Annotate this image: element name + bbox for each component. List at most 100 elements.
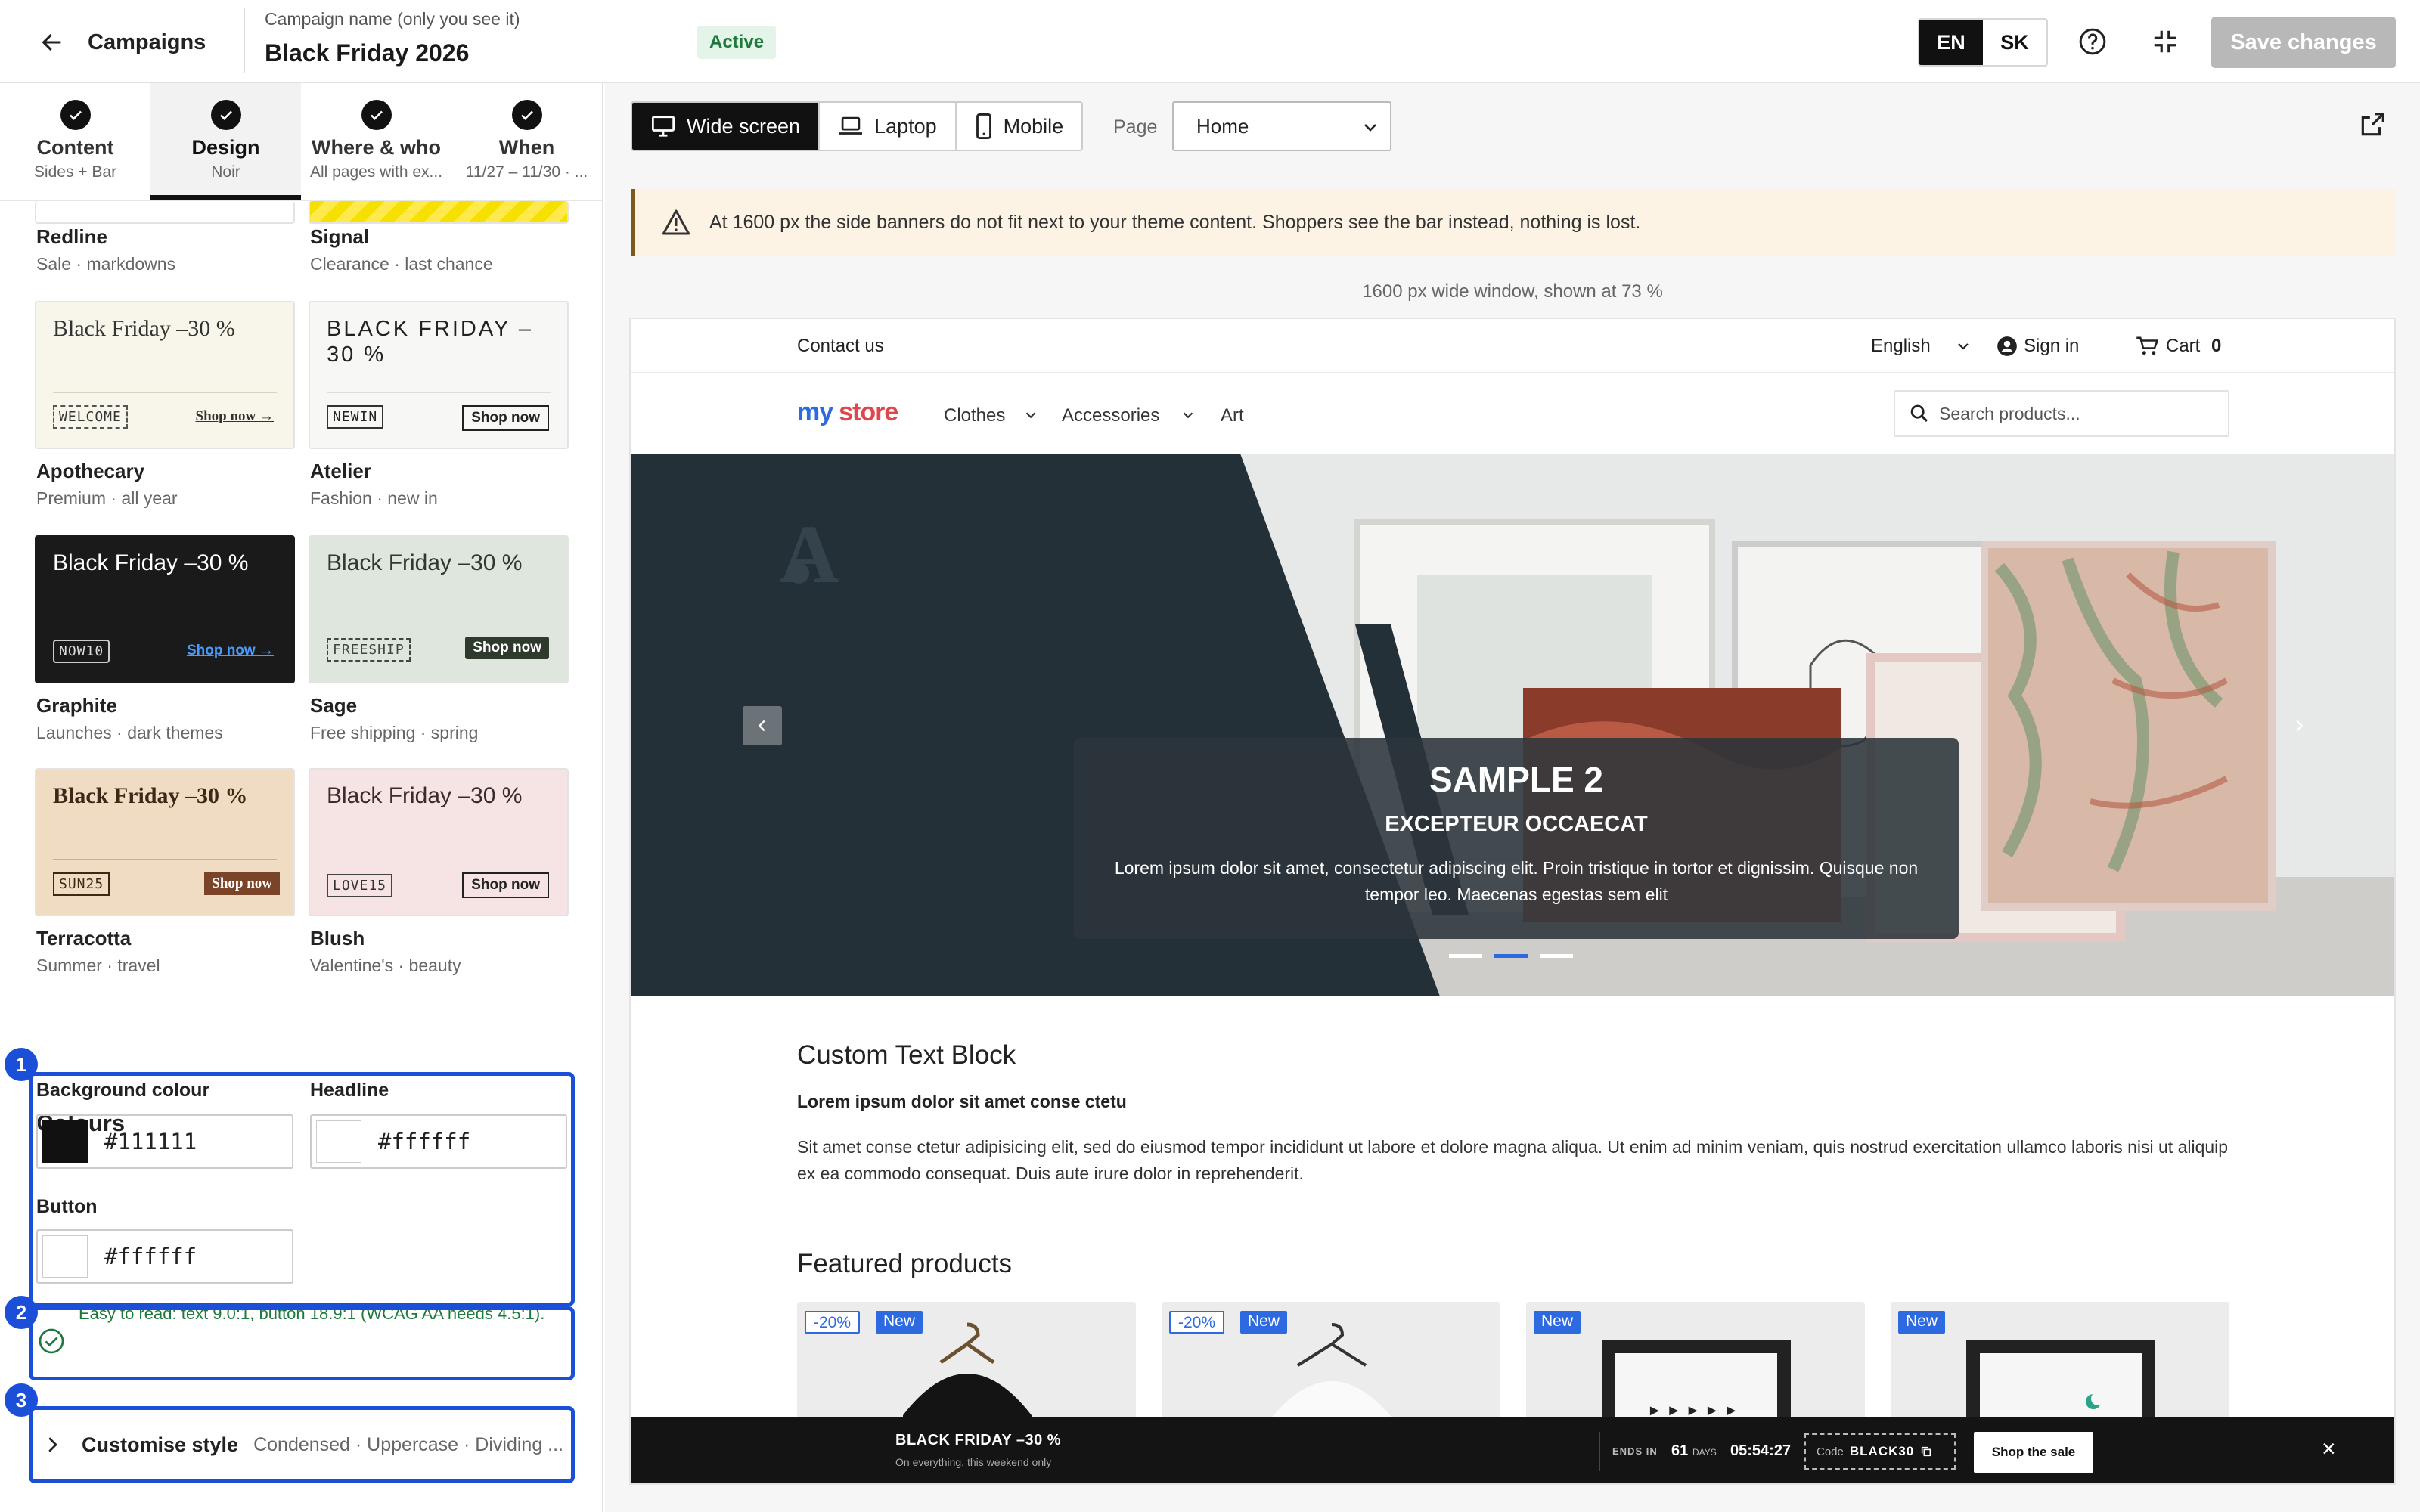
- featured-title: Featured products: [797, 1249, 1013, 1278]
- bar-code-box[interactable]: Code BLACK30: [1804, 1433, 1956, 1470]
- hero-prev-button[interactable]: [743, 706, 782, 745]
- theme-card-signal[interactable]: [309, 201, 569, 224]
- device-mobile-button[interactable]: Mobile: [957, 103, 1082, 150]
- theme-desc: Valentine's · beauty: [310, 956, 461, 975]
- tab-label: Where & who: [311, 136, 441, 159]
- new-badge: New: [1240, 1311, 1288, 1334]
- nav-art[interactable]: Art: [1221, 405, 1244, 426]
- nav-clothes[interactable]: Clothes: [944, 405, 1005, 426]
- background-colour-value[interactable]: #111111: [104, 1129, 197, 1154]
- bar-shop-button[interactable]: Shop the sale: [1974, 1432, 2093, 1473]
- new-badge: New: [1534, 1311, 1581, 1334]
- theme-preview-code: FREESHIP: [327, 638, 411, 662]
- tab-where-who[interactable]: Where & who All pages with ex...: [301, 83, 451, 200]
- editor-sidebar: Content Sides + Bar Design Noir Where & …: [0, 83, 603, 1512]
- slide-indicator-3[interactable]: [1540, 954, 1573, 958]
- bar-countdown: 05:54:27: [1730, 1442, 1792, 1459]
- button-colour-swatch[interactable]: [42, 1235, 88, 1278]
- bar-divider: [1599, 1432, 1600, 1471]
- background-colour-field[interactable]: #111111: [36, 1114, 293, 1169]
- tab-summary: Noir: [211, 163, 240, 181]
- contact-us-link[interactable]: Contact us: [797, 336, 884, 357]
- custom-block-bold: Lorem ipsum dolor sit amet conse ctetu: [797, 1092, 1127, 1111]
- theme-preview-shop: Shop now: [465, 637, 549, 659]
- theme-desc: Summer · travel: [36, 956, 160, 975]
- language-sk-button[interactable]: SK: [1983, 20, 2046, 65]
- back-label: Campaigns: [88, 29, 206, 54]
- back-to-campaigns-link[interactable]: Campaigns: [39, 20, 206, 65]
- theme-preview-code: NOW10: [53, 640, 110, 663]
- theme-card-atelier[interactable]: BLACK FRIDAY –30 % NEWIN Shop now: [309, 301, 569, 449]
- tab-design[interactable]: Design Noir: [150, 83, 301, 200]
- tab-when[interactable]: When 11/27 – 11/30 · ...: [451, 83, 602, 200]
- tab-label: When: [498, 136, 555, 159]
- bar-subtitle: On everything, this weekend only: [895, 1456, 1052, 1468]
- device-label: Laptop: [874, 114, 937, 138]
- theme-card-redline[interactable]: [35, 201, 295, 224]
- theme-name: Sage: [310, 694, 358, 717]
- tab-label: Content: [36, 136, 114, 159]
- store-language-select[interactable]: English: [1871, 336, 1931, 357]
- theme-preview-code: LOVE15: [327, 874, 393, 897]
- page-select-value: Home: [1196, 115, 1249, 138]
- tab-content[interactable]: Content Sides + Bar: [0, 83, 150, 200]
- sign-in-link[interactable]: Sign in: [2024, 336, 2079, 357]
- headline-colour-swatch[interactable]: [316, 1120, 361, 1163]
- open-external-icon[interactable]: [2358, 110, 2387, 143]
- button-colour-label: Button: [36, 1196, 98, 1217]
- window-info: 1600 px wide window, shown at 73 %: [1362, 281, 1663, 302]
- bar-days-number: 61: [1671, 1442, 1689, 1459]
- help-icon[interactable]: [2074, 23, 2111, 60]
- page-select-label: Page: [1113, 116, 1158, 138]
- tab-summary: All pages with ex...: [309, 163, 443, 181]
- logo-part: store: [839, 398, 898, 426]
- cart-count: 0: [2211, 336, 2222, 356]
- theme-card-terracotta[interactable]: Black Friday –30 % SUN25 Shop now: [35, 768, 295, 916]
- user-icon: [1997, 336, 2017, 356]
- store-logo[interactable]: my store: [797, 398, 898, 427]
- theme-card-sage[interactable]: Black Friday –30 % FREESHIP Shop now: [309, 535, 569, 683]
- cart-icon: [2136, 336, 2158, 355]
- chevron-down-icon: [1183, 412, 1193, 419]
- campaign-name[interactable]: Black Friday 2026: [265, 39, 469, 67]
- button-colour-value[interactable]: #ffffff: [104, 1244, 197, 1269]
- page-select[interactable]: Home: [1172, 101, 1392, 151]
- laptop-icon: [839, 116, 863, 135]
- theme-desc: Free shipping · spring: [310, 723, 479, 742]
- nav-accessories[interactable]: Accessories: [1062, 405, 1159, 426]
- language-en-button[interactable]: EN: [1919, 20, 1983, 65]
- customise-style-toggle[interactable]: Customise style Condensed · Uppercase · …: [35, 1412, 569, 1477]
- background-colour-swatch[interactable]: [42, 1120, 88, 1163]
- device-wide-screen-button[interactable]: Wide screen: [632, 103, 821, 150]
- cart-link[interactable]: Cart: [2166, 336, 2200, 357]
- button-colour-field[interactable]: #ffffff: [36, 1229, 293, 1284]
- hero-next-button[interactable]: [2279, 706, 2319, 745]
- headline-colour-field[interactable]: #ffffff: [310, 1114, 567, 1169]
- chevron-down-icon: [1025, 412, 1036, 419]
- theme-card-apothecary[interactable]: Black Friday –30 % WELCOME Shop now →: [35, 301, 295, 449]
- bar-code: BLACK30: [1849, 1444, 1915, 1458]
- collapse-icon[interactable]: [2146, 23, 2184, 60]
- save-changes-button[interactable]: Save changes: [2211, 17, 2396, 68]
- headline-colour-value[interactable]: #ffffff: [378, 1129, 470, 1154]
- theme-name: Terracotta: [36, 927, 132, 950]
- store-search-input[interactable]: Search products...: [1894, 390, 2229, 437]
- svg-text:A: A: [779, 508, 839, 600]
- hero-text: Lorem ipsum dolor sit amet, consectetur …: [1114, 858, 1919, 904]
- logo-part: my: [797, 398, 833, 426]
- theme-card-blush[interactable]: Black Friday –30 % LOVE15 Shop now: [309, 768, 569, 916]
- theme-desc: Fashion · new in: [310, 488, 438, 508]
- theme-desc: Clearance · last chance: [310, 254, 493, 274]
- customise-style-summary: Condensed · Uppercase · Dividing ...: [253, 1433, 564, 1455]
- device-label: Mobile: [1003, 114, 1064, 138]
- divider: [327, 392, 551, 393]
- device-laptop-button[interactable]: Laptop: [820, 103, 957, 150]
- bar-close-icon[interactable]: ×: [2322, 1435, 2336, 1463]
- bar-days-label: DAYS: [1692, 1447, 1717, 1458]
- slide-indicator-2[interactable]: [1494, 954, 1528, 958]
- slide-indicator-1[interactable]: [1449, 954, 1482, 958]
- new-badge: New: [1898, 1311, 1946, 1334]
- theme-card-graphite[interactable]: Black Friday –30 % NOW10 Shop now →: [35, 535, 295, 683]
- check-icon: [512, 100, 542, 130]
- hero-caption: SAMPLE 2 EXCEPTEUR OCCAECAT Lorem ipsum …: [1074, 738, 1959, 939]
